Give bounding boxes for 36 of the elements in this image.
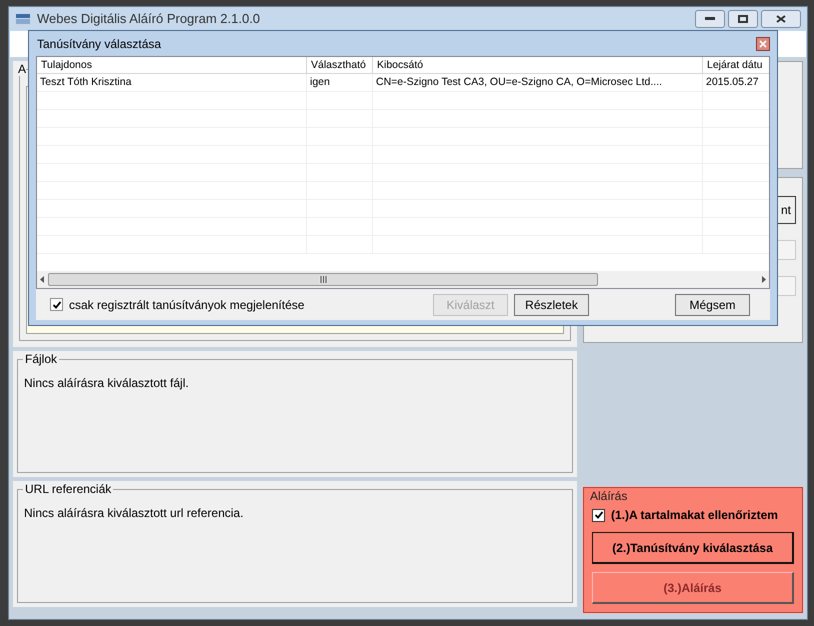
table-cell: CN=e-Szigno Test CA3, OU=e-Szigno CA, O=Microsec Ltd.... (376, 76, 662, 88)
maximize-button[interactable] (728, 10, 758, 28)
column-header[interactable]: Kibocsátó (373, 57, 703, 74)
dialog-button[interactable]: Mégsem (675, 294, 750, 316)
confirm-checkbox[interactable] (592, 508, 605, 522)
confirm-label: (1.)A tartalmakat ellenőriztem (611, 507, 778, 524)
scroll-right-icon (762, 276, 766, 283)
scroll-left-icon (40, 276, 44, 283)
close-button[interactable] (761, 10, 801, 28)
close-button[interactable] (756, 36, 770, 50)
table-cell: igen (310, 76, 330, 88)
close-icon (776, 15, 786, 23)
scroll-grip-icon (320, 276, 326, 283)
filter-label: csak regisztrált tanúsítványok megjelenítése (69, 296, 304, 314)
table-cell: Teszt Tóth Krisztina (40, 76, 132, 88)
group-title: A (18, 62, 26, 76)
sign-step-button[interactable]: (2.)Tanúsítvány kiválasztása (592, 532, 794, 564)
horizontal-scrollbar[interactable] (37, 271, 769, 288)
filter-checkbox[interactable] (50, 298, 63, 311)
column-header[interactable]: Választható (307, 57, 373, 74)
app-icon (15, 13, 31, 25)
group-title: Fájlok (23, 352, 60, 366)
group-title: Aláírás (590, 489, 628, 503)
minimize-button[interactable] (695, 10, 725, 28)
dialog-title: Tanúsítvány választása (37, 36, 162, 52)
close-icon (759, 40, 767, 48)
minimize-icon (705, 17, 715, 21)
group-title: URL referenciák (23, 482, 114, 496)
column-header[interactable]: Tulajdonos (37, 57, 307, 74)
group-message: Nincs aláírásra kiválasztott url referencia. (24, 505, 244, 522)
group-message: Nincs aláírásra kiválasztott fájl. (24, 375, 190, 392)
column-header[interactable]: Lejárat dátu (703, 57, 769, 74)
table-cell: 2015.05.27 (706, 76, 759, 88)
maximize-icon (738, 15, 748, 23)
dialog-button[interactable]: Részletek (514, 294, 589, 316)
window-title: Webes Digitális Aláíró Program 2.1.0.0 (37, 10, 260, 28)
